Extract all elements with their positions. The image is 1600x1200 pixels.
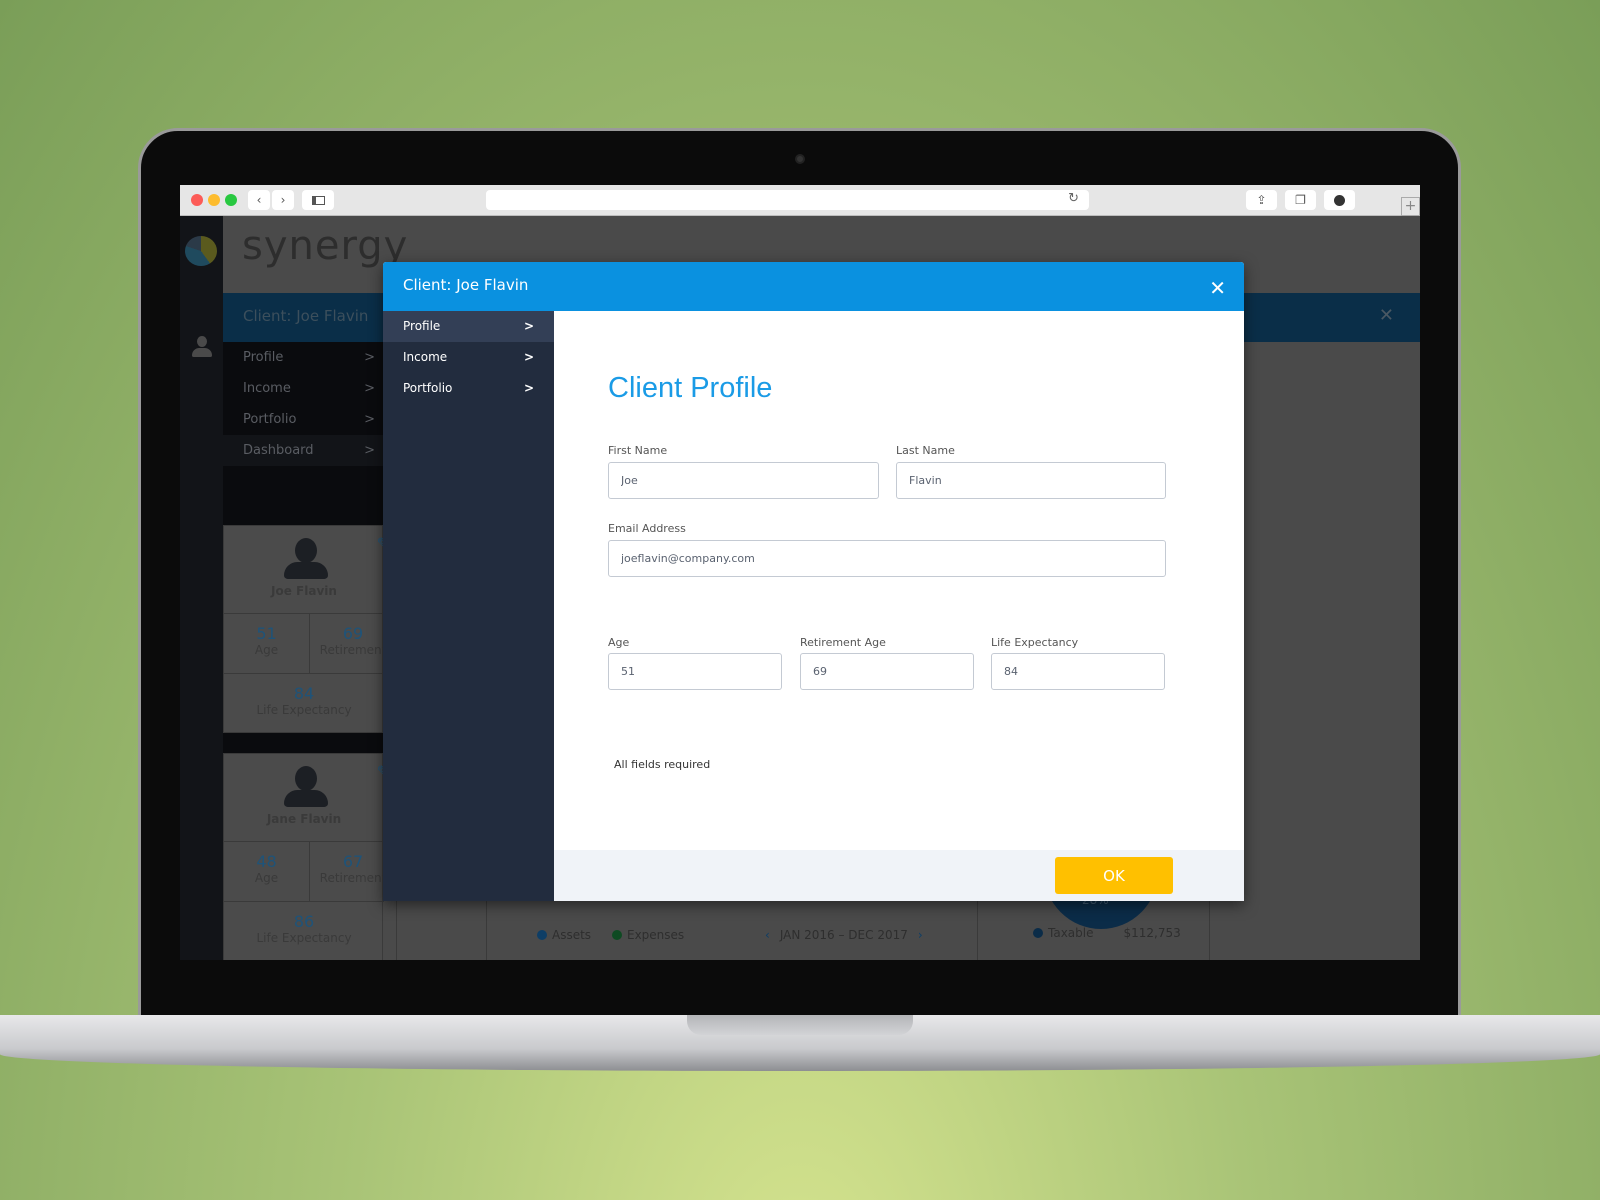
download-icon xyxy=(1334,194,1345,206)
address-bar[interactable]: ↻ xyxy=(486,190,1089,210)
share-icon: ⇪ xyxy=(1256,193,1267,207)
email-input[interactable] xyxy=(608,540,1166,577)
chevron-right-icon: > xyxy=(523,350,534,364)
reload-icon[interactable]: ↻ xyxy=(1068,191,1079,206)
chevron-right-icon: > xyxy=(364,443,375,458)
synergy-logo xyxy=(185,236,217,266)
sidebar-icon xyxy=(311,195,325,205)
modal-nav-profile[interactable]: Profile > xyxy=(383,311,554,342)
chevron-right-icon: > xyxy=(364,381,375,396)
life-expectancy-stat: 86 Life Expectancy xyxy=(224,901,384,960)
share-button[interactable]: ⇪ xyxy=(1246,190,1277,210)
email-label: Email Address xyxy=(608,522,686,535)
zoom-window-button[interactable] xyxy=(225,194,237,206)
nav-item-dashboard[interactable]: Dashboard > xyxy=(223,435,383,466)
age-input[interactable] xyxy=(608,653,782,690)
nav-item-income[interactable]: Income > xyxy=(223,373,383,404)
downloads-button[interactable] xyxy=(1324,190,1355,210)
avatar xyxy=(284,766,328,808)
client-name: Joe Flavin xyxy=(271,584,337,598)
divider xyxy=(1209,901,1210,960)
tabs-icon: ❐ xyxy=(1295,193,1306,207)
required-note: All fields required xyxy=(614,758,711,771)
life-expectancy-label: Life Expectancy xyxy=(991,636,1079,649)
chevron-right-icon: > xyxy=(523,381,534,395)
client-card-jane: ✎ Jane Flavin 48Age 67Retirement 86Life … xyxy=(223,753,396,960)
life-expectancy-stat: 84 Life Expectancy xyxy=(224,673,384,733)
modal-nav-portfolio[interactable]: Portfolio > xyxy=(383,373,554,404)
new-tab-button[interactable]: + xyxy=(1401,197,1420,216)
legend-assets: Assets xyxy=(537,928,591,942)
legend-dot xyxy=(1033,928,1043,938)
minimize-window-button[interactable] xyxy=(208,194,220,206)
chevron-left-icon[interactable]: ‹ xyxy=(765,928,770,942)
chevron-right-icon: > xyxy=(523,319,534,333)
modal-title: Client: Joe Flavin xyxy=(403,276,529,294)
client-title: Client: Joe Flavin xyxy=(243,307,369,325)
client-name: Jane Flavin xyxy=(266,812,342,826)
ok-button[interactable]: OK xyxy=(1055,857,1173,894)
page-title: Client Profile xyxy=(608,372,773,404)
modal-nav-income[interactable]: Income > xyxy=(383,342,554,373)
chevron-right-icon: > xyxy=(364,350,375,365)
laptop-notch xyxy=(687,1015,913,1035)
screen: ‹ › ↻ ⇪ ❐ + synergy Client: Joe Flavin ✕… xyxy=(180,185,1420,960)
age-label: Age xyxy=(608,636,630,649)
chevron-left-icon: ‹ xyxy=(256,193,262,207)
camera xyxy=(795,154,805,164)
retirement-age-input[interactable] xyxy=(800,653,974,690)
last-name-input[interactable] xyxy=(896,462,1166,499)
user-icon[interactable] xyxy=(192,336,212,358)
last-name-label: Last Name xyxy=(896,444,955,457)
date-range: ‹ JAN 2016 – DEC 2017 › xyxy=(765,928,923,942)
retirement-age-label: Retirement Age xyxy=(800,636,886,649)
first-name-label: First Name xyxy=(608,444,668,457)
app-rail xyxy=(180,216,223,960)
legend-dot xyxy=(612,930,622,940)
forward-button[interactable]: › xyxy=(272,190,294,210)
client-card-joe: ✎ Joe Flavin 51Age 69Retirement 84Life E… xyxy=(223,525,396,733)
divider xyxy=(977,901,978,960)
tabs-button[interactable]: ❐ xyxy=(1285,190,1316,210)
divider xyxy=(486,901,487,960)
close-window-button[interactable] xyxy=(191,194,203,206)
age-stat: 51 Age xyxy=(224,613,310,673)
legend-dot xyxy=(537,930,547,940)
modal-header: Client: Joe Flavin ✕ xyxy=(383,262,1244,311)
nav-item-profile[interactable]: Profile > xyxy=(223,342,383,373)
avatar xyxy=(284,538,328,580)
back-button[interactable]: ‹ xyxy=(248,190,270,210)
legend-taxable: Taxable $112,753 xyxy=(1033,926,1181,940)
client-profile-modal: Client: Joe Flavin ✕ Profile > Income > Po… xyxy=(383,262,1244,901)
age-stat: 48 Age xyxy=(224,841,310,901)
sidebar-toggle-button[interactable] xyxy=(302,190,334,210)
nav-item-portfolio[interactable]: Portfolio > xyxy=(223,404,383,435)
close-icon[interactable]: ✕ xyxy=(1379,305,1394,326)
chevron-right-icon: › xyxy=(280,193,286,207)
life-expectancy-input[interactable] xyxy=(991,653,1165,690)
legend-expenses: Expenses xyxy=(612,928,684,942)
chevron-right-icon: > xyxy=(364,412,375,427)
first-name-input[interactable] xyxy=(608,462,879,499)
close-icon[interactable]: ✕ xyxy=(1209,276,1226,300)
divider xyxy=(396,901,397,960)
browser-toolbar: ‹ › ↻ ⇪ ❐ + xyxy=(180,185,1420,216)
chevron-right-icon[interactable]: › xyxy=(918,928,923,942)
